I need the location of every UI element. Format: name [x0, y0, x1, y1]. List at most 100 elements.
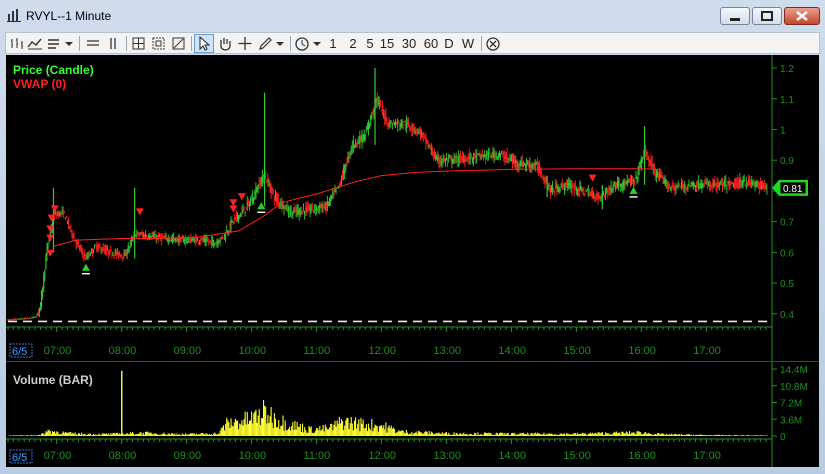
candle-up — [621, 184, 623, 187]
timeframe-60[interactable]: 60 — [422, 35, 440, 52]
volume-bar — [264, 405, 266, 436]
volume-bar — [280, 425, 282, 436]
volume-bar — [399, 431, 401, 436]
timeframe-15[interactable]: 15 — [378, 35, 396, 52]
candle-up — [581, 187, 583, 189]
timeframe-2[interactable]: 2 — [346, 35, 360, 52]
volume-bar — [726, 435, 728, 436]
crosshair-box-icon[interactable] — [131, 35, 147, 52]
candle-up — [763, 183, 765, 184]
candle-down — [521, 160, 523, 167]
candle-up — [453, 158, 455, 161]
candle-up — [613, 185, 615, 186]
volume-bar — [537, 433, 540, 436]
candle-up — [449, 157, 451, 158]
candle-up — [482, 154, 484, 156]
volume-bar — [295, 429, 297, 436]
pencil-draw-icon[interactable] — [257, 35, 273, 52]
candle-up — [452, 159, 454, 163]
candle-up — [718, 183, 720, 187]
candle-up — [214, 243, 216, 246]
candle-up — [159, 235, 161, 238]
stock-chart[interactable]: 0.40.50.60.70.80.911.11.2 07:0008:0009:0… — [6, 55, 819, 467]
volume-bar — [418, 431, 420, 436]
volume-bar — [725, 435, 727, 436]
maximize-button[interactable] — [752, 7, 782, 25]
horizontal-line-icon[interactable] — [85, 35, 101, 52]
volume-bar — [111, 434, 113, 436]
volume-bar — [266, 423, 268, 436]
candle-down — [630, 180, 632, 185]
volume-axis-label: 7.2M — [780, 399, 802, 410]
chevron-down-icon[interactable] — [275, 35, 285, 52]
line-chart-style-icon[interactable] — [27, 35, 43, 52]
volume-bar — [426, 431, 428, 436]
candle-up — [436, 156, 438, 160]
candle-up — [282, 203, 284, 208]
candle-up — [727, 181, 729, 183]
pointer-icon[interactable] — [196, 35, 212, 52]
timeframe-w[interactable]: W — [460, 35, 476, 52]
candle-down — [25, 318, 27, 320]
candle-down — [176, 238, 178, 242]
volume-bar — [116, 432, 118, 436]
volume-bar — [630, 434, 632, 436]
volume-bar — [486, 433, 488, 436]
volume-bar — [301, 423, 304, 436]
candle-up — [242, 209, 244, 212]
zoom-box-icon[interactable] — [151, 35, 167, 52]
fit-chart-icon[interactable] — [171, 35, 187, 52]
volume-bar — [192, 433, 194, 436]
bar-chart-style-icon[interactable] — [9, 35, 25, 52]
volume-bar — [706, 435, 708, 436]
candle-up — [213, 241, 215, 245]
candle-down — [95, 245, 97, 246]
volume-bar — [610, 433, 612, 436]
candle-down — [229, 224, 231, 229]
crosshair-icon[interactable] — [237, 35, 253, 52]
volume-bar — [176, 433, 178, 436]
candle-down — [121, 255, 123, 257]
clock-interval-icon[interactable] — [294, 35, 310, 52]
volume-bar — [253, 413, 255, 436]
volume-bar — [160, 434, 162, 436]
volume-bar — [356, 428, 358, 436]
volume-bar — [493, 434, 495, 436]
indicator-list-icon[interactable] — [46, 35, 62, 52]
candle-down — [76, 241, 78, 244]
cancel-circle-icon[interactable] — [485, 35, 501, 52]
candle-down — [434, 152, 436, 158]
vertical-line-icon[interactable] — [105, 35, 121, 52]
volume-bar — [471, 434, 474, 436]
volume-bar — [387, 427, 389, 436]
chevron-down-icon[interactable] — [64, 35, 74, 52]
candle-up — [345, 166, 347, 169]
volume-bar — [227, 420, 229, 436]
close-button[interactable] — [784, 7, 820, 25]
timeframe-5[interactable]: 5 — [363, 35, 377, 52]
price-date-marker: 6/5 — [12, 346, 27, 358]
volume-bar — [648, 432, 650, 436]
minimize-button[interactable] — [720, 7, 750, 25]
chevron-down-icon[interactable] — [312, 35, 322, 52]
candle-down — [683, 185, 685, 187]
candle-down — [450, 157, 452, 159]
candle-down — [458, 157, 460, 162]
volume-bar — [222, 425, 225, 436]
timeframe-1[interactable]: 1 — [326, 35, 340, 52]
volume-bar — [393, 429, 396, 436]
hand-pan-icon[interactable] — [217, 35, 233, 52]
candle-down — [265, 176, 267, 178]
timeframe-d[interactable]: D — [442, 35, 456, 52]
volume-bar — [496, 433, 498, 436]
volume-bar — [110, 433, 112, 436]
volume-bar — [357, 423, 359, 436]
volume-bar — [247, 424, 249, 436]
volume-bar — [188, 434, 190, 436]
volume-time-label: 13:00 — [433, 450, 461, 462]
candle-down — [467, 157, 469, 160]
timeframe-30[interactable]: 30 — [400, 35, 418, 52]
candle-down — [651, 162, 653, 167]
candle-down — [736, 183, 738, 187]
candle-down — [426, 139, 428, 143]
